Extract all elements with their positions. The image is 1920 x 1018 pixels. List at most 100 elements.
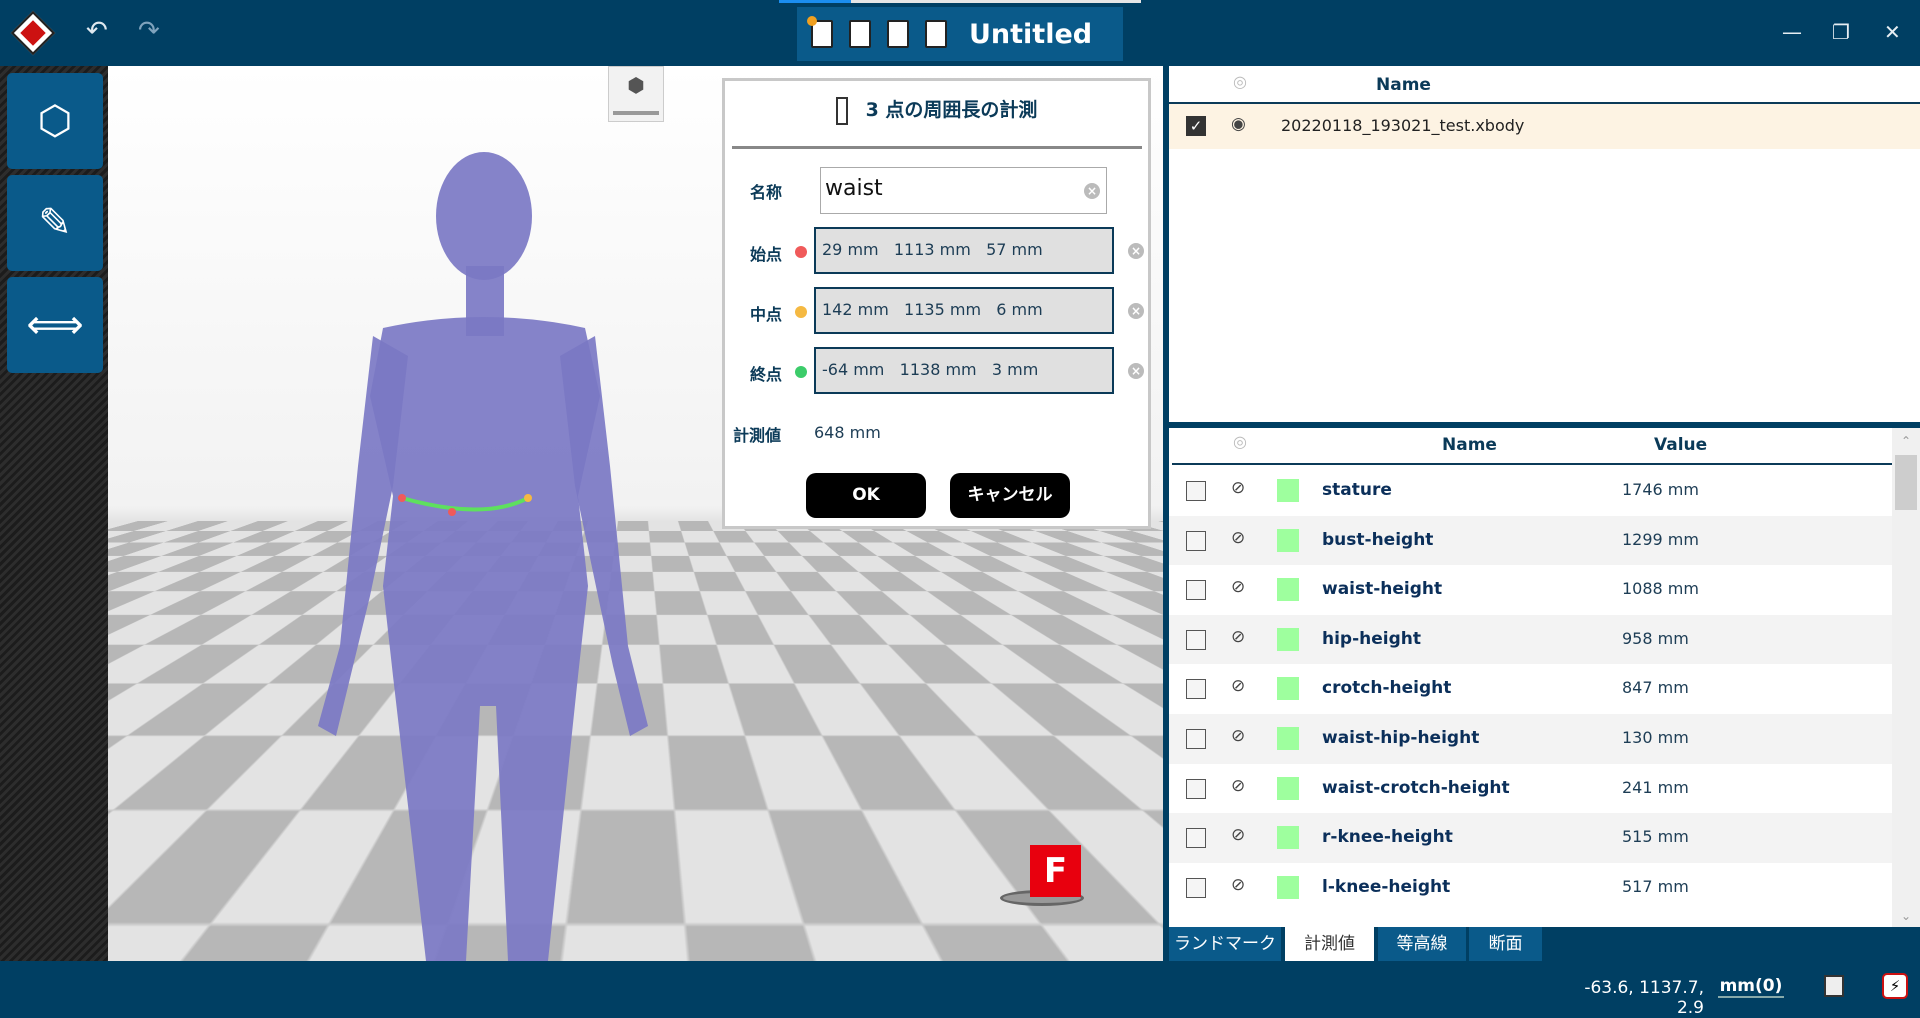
minimize-button[interactable]: — [1782, 20, 1802, 44]
measurement-row[interactable]: ⊘ l-knee-height 517 mm [1169, 863, 1892, 913]
ok-button[interactable]: OK [806, 473, 926, 518]
tab-contour[interactable]: 等高線 [1378, 927, 1466, 961]
clear-start-icon[interactable]: × [1128, 243, 1144, 259]
measurement-row[interactable]: ⊘ waist-height 1088 mm [1169, 565, 1892, 615]
measurement-name: stature [1322, 480, 1392, 500]
save-as-icon[interactable] [925, 20, 947, 48]
new-file-icon[interactable] [807, 16, 833, 48]
measure-button[interactable]: ✎ [7, 175, 103, 271]
eye-off-icon[interactable]: ⊘ [1231, 726, 1245, 746]
color-swatch[interactable] [1277, 875, 1299, 899]
start-point-marker [398, 494, 406, 502]
measurement-row[interactable]: ⊘ crotch-height 847 mm [1169, 664, 1892, 714]
tab-section[interactable]: 断面 [1469, 927, 1542, 961]
left-toolbar: ⬡ ✎ ⟺ [0, 66, 108, 961]
file-row[interactable]: ✓ ◉ 20220118_193021_test.xbody [1169, 104, 1920, 149]
measurement-row[interactable]: ⊘ stature 1746 mm [1169, 466, 1892, 516]
row-checkbox[interactable] [1186, 679, 1206, 700]
measurement-row[interactable]: ⊘ waist-hip-height 130 mm [1169, 714, 1892, 764]
color-swatch[interactable] [1277, 479, 1299, 502]
measurement-value: 1299 mm [1622, 529, 1699, 549]
front-orientation-marker: F [1030, 845, 1081, 897]
open-file-icon[interactable] [849, 20, 871, 48]
color-swatch[interactable] [1277, 826, 1299, 850]
eye-off-icon[interactable]: ⊘ [1231, 825, 1245, 845]
start-point-field[interactable]: 29 mm 1113 mm 57 mm [814, 227, 1114, 274]
name-input[interactable]: waist × [820, 167, 1107, 214]
tab-measurements[interactable]: 計測値 [1285, 927, 1374, 961]
measurement-row[interactable]: ⊘ waist-crotch-height 241 mm [1169, 764, 1892, 814]
clear-end-icon[interactable]: × [1128, 363, 1144, 379]
measurement-value: 241 mm [1622, 777, 1689, 797]
clear-name-icon[interactable]: × [1084, 183, 1100, 199]
measurement-row[interactable]: ⊘ bust-height 1299 mm [1169, 515, 1892, 566]
start-point-label: 始点 [750, 245, 783, 264]
file-list-panel: ◎ Name ✓ ◉ 20220118_193021_test.xbody [1169, 66, 1920, 422]
row-checkbox[interactable] [1186, 877, 1206, 898]
ruler-icon [835, 96, 848, 125]
result-value: 648 mm [814, 423, 881, 442]
app-badge-icon[interactable]: ⚡ [1882, 973, 1908, 999]
row-checkbox[interactable] [1186, 481, 1206, 501]
document-title: Untitled [969, 18, 1093, 50]
color-swatch[interactable] [1277, 528, 1299, 552]
color-swatch[interactable] [1277, 727, 1299, 750]
save-icon[interactable] [887, 20, 909, 48]
eye-off-icon[interactable]: ⊘ [1231, 875, 1245, 895]
shapes-button[interactable]: ⬡ [7, 73, 103, 169]
row-checkbox[interactable] [1186, 828, 1206, 849]
measurement-value: 847 mm [1622, 678, 1689, 698]
name-column-header: Name [1442, 435, 1497, 455]
eye-off-icon[interactable]: ⊘ [1231, 776, 1245, 796]
unit-selector[interactable]: mm(0) [1718, 976, 1784, 998]
end-point-field[interactable]: -64 mm 1138 mm 3 mm [814, 347, 1114, 394]
eye-off-icon[interactable]: ⊘ [1231, 478, 1245, 498]
color-swatch[interactable] [1277, 627, 1299, 651]
measurement-name: bust-height [1322, 529, 1434, 550]
eye-off-icon[interactable]: ⊘ [1231, 627, 1245, 647]
cube-icon: ⬢ [627, 73, 645, 97]
measurement-name: waist-height [1322, 579, 1443, 600]
measurement-row[interactable]: ⊘ r-knee-height 515 mm [1169, 813, 1892, 863]
eye-icon[interactable]: ◉ [1231, 114, 1246, 134]
restore-button[interactable]: ❐ [1832, 20, 1850, 44]
file-checkbox[interactable]: ✓ [1186, 116, 1206, 136]
clear-mid-icon[interactable]: × [1128, 303, 1144, 319]
color-swatch[interactable] [1277, 776, 1299, 800]
color-swatch[interactable] [1277, 677, 1299, 701]
eye-off-icon[interactable]: ⊘ [1231, 528, 1245, 548]
cancel-button[interactable]: キャンセル [950, 473, 1070, 518]
row-checkbox[interactable] [1186, 778, 1206, 799]
arrows-horizontal-icon: ⟺ [26, 302, 84, 348]
scrollbar-thumb[interactable] [1895, 455, 1917, 510]
eye-off-icon[interactable]: ⊘ [1231, 577, 1245, 597]
measurement-value: 130 mm [1622, 728, 1689, 747]
redo-icon[interactable]: ↷ [138, 16, 160, 46]
header-line [1172, 463, 1892, 465]
color-swatch[interactable] [1277, 578, 1299, 602]
app-logo[interactable] [10, 10, 56, 56]
end-point-dot [795, 366, 807, 378]
shapes-icon: ⬡ [37, 98, 73, 144]
title-bar: ↶ ↷ Untitled — ❐ ✕ [0, 0, 1920, 66]
end-point-label: 終点 [750, 365, 783, 384]
eye-off-icon[interactable]: ⊘ [1231, 676, 1245, 696]
view-cube-button[interactable]: ⬢ [608, 66, 664, 122]
measurement-row[interactable]: ⊘ hip-height 958 mm [1169, 614, 1892, 665]
measurement-value: 958 mm [1622, 628, 1689, 648]
3d-viewport[interactable]: ⬢ F 3 点の周囲長の計測 名称 waist × 始点 29 mm 1113 m… [108, 66, 1163, 961]
row-checkbox[interactable] [1186, 729, 1206, 749]
close-button[interactable]: ✕ [1884, 20, 1901, 44]
mid-point-marker [524, 494, 532, 502]
undo-icon[interactable]: ↶ [86, 16, 108, 46]
row-checkbox[interactable] [1186, 530, 1206, 551]
mid-point-field[interactable]: 142 mm 1135 mm 6 mm [814, 287, 1114, 334]
tab-landmark[interactable]: ランドマーク [1169, 927, 1281, 961]
row-checkbox[interactable] [1186, 580, 1206, 601]
measure-dialog: 3 点の周囲長の計測 名称 waist × 始点 29 mm 1113 mm 57… [722, 78, 1151, 529]
measurement-name: waist-hip-height [1322, 728, 1480, 748]
measurement-value: 1746 mm [1622, 480, 1699, 499]
row-checkbox[interactable] [1186, 629, 1206, 650]
distance-button[interactable]: ⟺ [7, 277, 103, 373]
square-view-icon[interactable] [1824, 975, 1844, 997]
